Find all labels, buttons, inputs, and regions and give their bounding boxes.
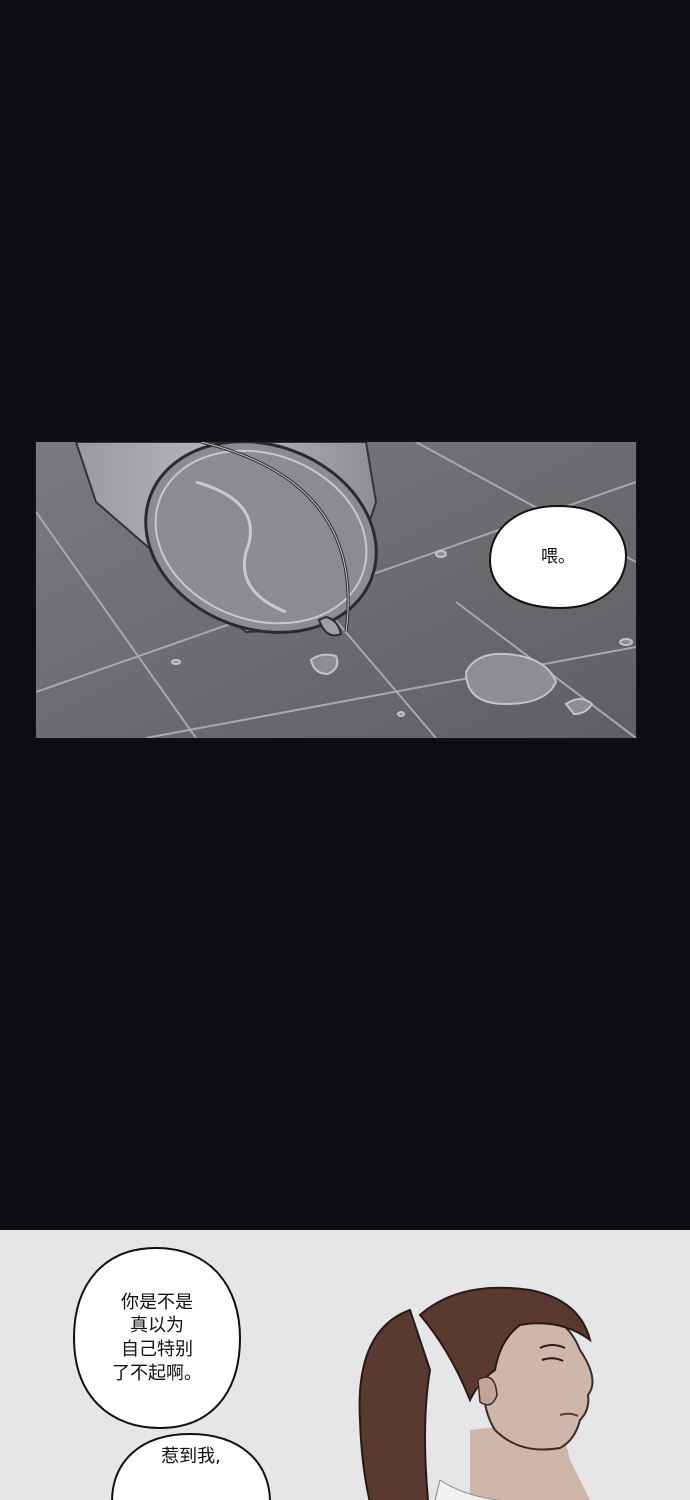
bubble-text: 你是不是 真以为 自己特别 了不起啊。 bbox=[112, 1291, 202, 1386]
comic-page: 喂。 你是不是 真以为 自己特别 了不起啊。 惹到我, bbox=[0, 0, 690, 1500]
bubble-line: 了不起啊。 bbox=[112, 1362, 202, 1384]
bubble-text: 惹到我, bbox=[161, 1446, 221, 1468]
bubble-text: 喂。 bbox=[541, 546, 575, 567]
speech-bubble-special: 你是不是 真以为 自己特别 了不起啊。 bbox=[70, 1246, 244, 1430]
speech-bubble-hey: 喂。 bbox=[488, 504, 628, 610]
bubble-line: 自己特别 bbox=[121, 1339, 193, 1360]
ear bbox=[477, 1376, 498, 1406]
speech-bubble-provoke: 惹到我, bbox=[110, 1432, 272, 1500]
bubble-line: 真以为 bbox=[130, 1315, 184, 1337]
bubble-line: 你是不是 bbox=[121, 1291, 193, 1313]
